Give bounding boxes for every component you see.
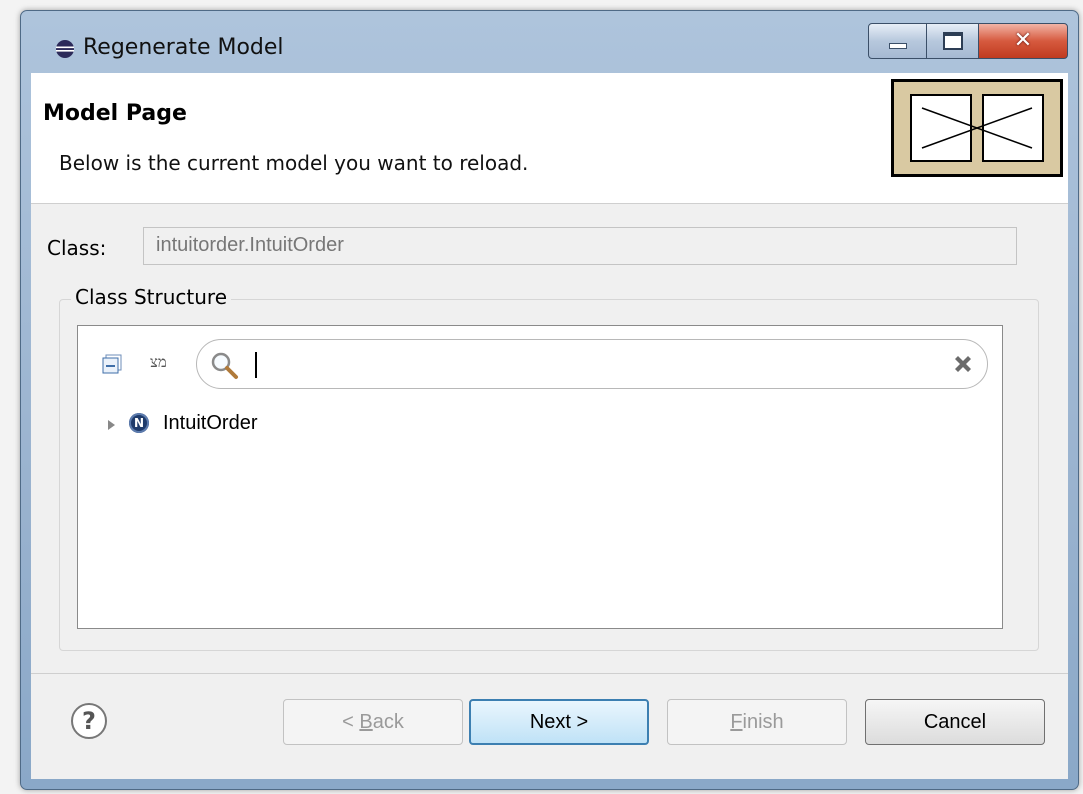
class-structure-label: Class Structure xyxy=(71,285,232,309)
wizard-header: Model Page Below is the current model yo… xyxy=(31,73,1068,204)
minimize-icon xyxy=(889,43,907,49)
back-button: < Back xyxy=(283,699,463,745)
expand-arrow-icon[interactable] xyxy=(108,420,115,430)
back-mnemonic: B xyxy=(359,710,373,733)
wizard-banner-image xyxy=(891,79,1063,177)
close-button[interactable]: ✕ xyxy=(978,23,1068,59)
finish-rest: inish xyxy=(742,710,784,733)
finish-mnemonic: F xyxy=(730,710,743,733)
search-input[interactable] xyxy=(251,346,945,384)
tree-item[interactable]: N IntuitOrder xyxy=(108,408,257,438)
dialog-content: Model Page Below is the current model yo… xyxy=(31,73,1068,779)
node-icon: N xyxy=(129,413,149,433)
help-icon[interactable]: ? xyxy=(71,703,107,739)
back-rest: ack xyxy=(372,710,404,733)
finish-button: Finish xyxy=(667,699,847,745)
filter-options-icon[interactable]: מצ xyxy=(150,353,167,372)
class-structure-tree[interactable]: מצ N IntuitOrder xyxy=(77,325,1003,629)
window-title: Regenerate Model xyxy=(83,35,284,60)
search-box[interactable] xyxy=(196,339,988,389)
maximize-button[interactable] xyxy=(926,23,980,59)
maximize-icon xyxy=(943,32,963,50)
title-bar[interactable]: Regenerate Model ✕ xyxy=(21,11,1078,73)
eclipse-icon xyxy=(56,40,74,58)
next-button[interactable]: Next > xyxy=(469,699,649,745)
search-icon xyxy=(211,352,238,379)
tree-item-label: IntuitOrder xyxy=(163,411,258,434)
text-cursor xyxy=(255,352,257,378)
page-title: Model Page xyxy=(43,101,187,126)
class-label: Class: xyxy=(47,236,107,260)
clear-search-icon[interactable] xyxy=(951,352,975,376)
minimize-button[interactable] xyxy=(868,23,928,59)
cancel-button[interactable]: Cancel xyxy=(865,699,1045,745)
dialog-window: Regenerate Model ✕ Model Page Below is t… xyxy=(20,10,1079,790)
back-prefix: < xyxy=(342,710,360,733)
close-icon: ✕ xyxy=(1013,28,1033,53)
class-field[interactable]: intuitorder.IntuitOrder xyxy=(143,227,1017,265)
model-diagram-icon xyxy=(910,94,1044,162)
collapse-all-icon[interactable] xyxy=(102,354,122,374)
page-description: Below is the current model you want to r… xyxy=(59,151,529,175)
footer-divider xyxy=(31,673,1068,674)
